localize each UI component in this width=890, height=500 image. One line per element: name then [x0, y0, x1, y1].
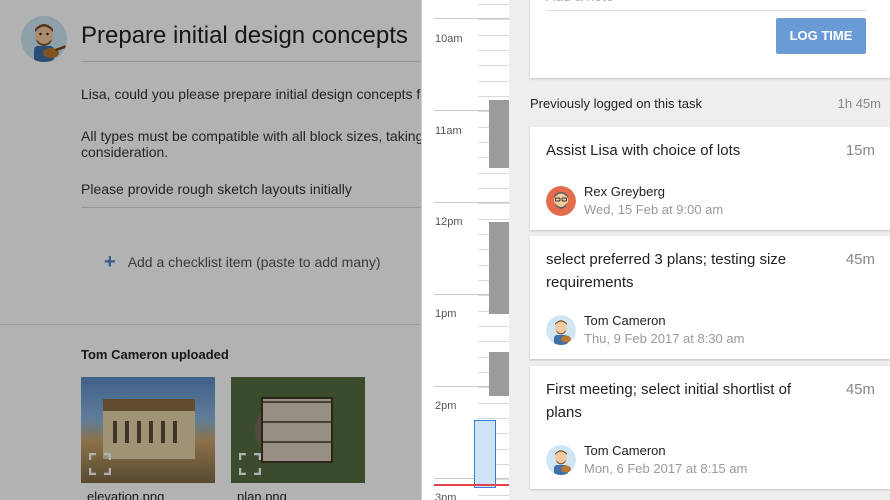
calendar-tick [478, 96, 509, 97]
calendar-tick [478, 418, 509, 419]
entry-date: Mon, 6 Feb 2017 at 8:15 am [584, 461, 748, 476]
time-calendar[interactable]: 10am 11am 12pm 1pm 2pm 3pm [421, 0, 509, 500]
log-time-form: Add a note LOG TIME [530, 0, 890, 78]
entry-date: Wed, 15 Feb at 9:00 am [584, 202, 724, 217]
entry-date: Thu, 9 Feb 2017 at 8:30 am [584, 331, 745, 346]
hour-line [434, 478, 509, 479]
calendar-tick [478, 4, 509, 5]
entry-user: Tom Cameron Thu, 9 Feb 2017 at 8:30 am [546, 312, 744, 348]
time-log-panel: Add a note LOG TIME Previously logged on… [509, 0, 890, 500]
logged-time-block[interactable] [489, 222, 509, 314]
time-entry-card[interactable]: select preferred 3 plans; testing size r… [530, 236, 890, 359]
calendar-tick [478, 35, 509, 36]
calendar-tick [478, 81, 509, 82]
note-input[interactable]: Add a note [546, 0, 866, 11]
calendar-tick [478, 219, 509, 220]
calendar-tick [478, 65, 509, 66]
logged-time-block[interactable] [489, 100, 509, 168]
entry-user-name: Tom Cameron [584, 313, 666, 328]
time-entry-card[interactable]: First meeting; select initial shortlist … [530, 366, 890, 489]
rex-greyberg-avatar [546, 186, 576, 216]
calendar-tick [478, 188, 509, 189]
entry-user: Tom Cameron Mon, 6 Feb 2017 at 8:15 am [546, 442, 747, 478]
calendar-tick [478, 19, 509, 20]
log-time-button[interactable]: LOG TIME [776, 18, 866, 54]
calendar-tick [478, 50, 509, 51]
calendar-tick [478, 341, 509, 342]
entry-note: Assist Lisa with choice of lots [546, 142, 741, 159]
hour-label: 2pm [435, 400, 457, 412]
hour-label: 1pm [435, 308, 457, 320]
current-time-indicator [434, 484, 509, 486]
calendar-tick [478, 203, 509, 204]
hour-line [434, 202, 509, 203]
entry-note: First meeting; select initial shortlist … [546, 381, 792, 421]
calendar-tick [478, 495, 509, 496]
calendar-tick [478, 403, 509, 404]
calendar-tick [478, 326, 509, 327]
hour-label: 11am [435, 125, 462, 137]
hour-line [434, 18, 509, 19]
entry-user-name: Tom Cameron [584, 443, 666, 458]
entry-duration: 45m [845, 381, 875, 398]
tom-cameron-avatar [546, 315, 576, 345]
entry-note: select preferred 3 plans; testing size r… [546, 251, 787, 291]
hour-label: 12pm [435, 216, 463, 228]
time-entry-card[interactable]: Assist Lisa with choice of lots 15m Rex … [530, 127, 890, 230]
hour-label: 10am [435, 33, 463, 45]
entry-duration: 45m [845, 251, 875, 268]
previously-logged-total: 1h 45m [837, 96, 881, 111]
hour-label: 3pm [435, 492, 457, 500]
tom-cameron-avatar [546, 445, 576, 475]
logged-time-block[interactable] [489, 352, 509, 396]
entry-user: Rex Greyberg Wed, 15 Feb at 9:00 am [546, 183, 723, 219]
entry-duration: 15m [845, 142, 875, 159]
calendar-tick [478, 173, 509, 174]
entry-user-name: Rex Greyberg [584, 184, 665, 199]
previously-logged-label: Previously logged on this task [530, 96, 702, 111]
new-time-selection[interactable] [474, 420, 496, 488]
